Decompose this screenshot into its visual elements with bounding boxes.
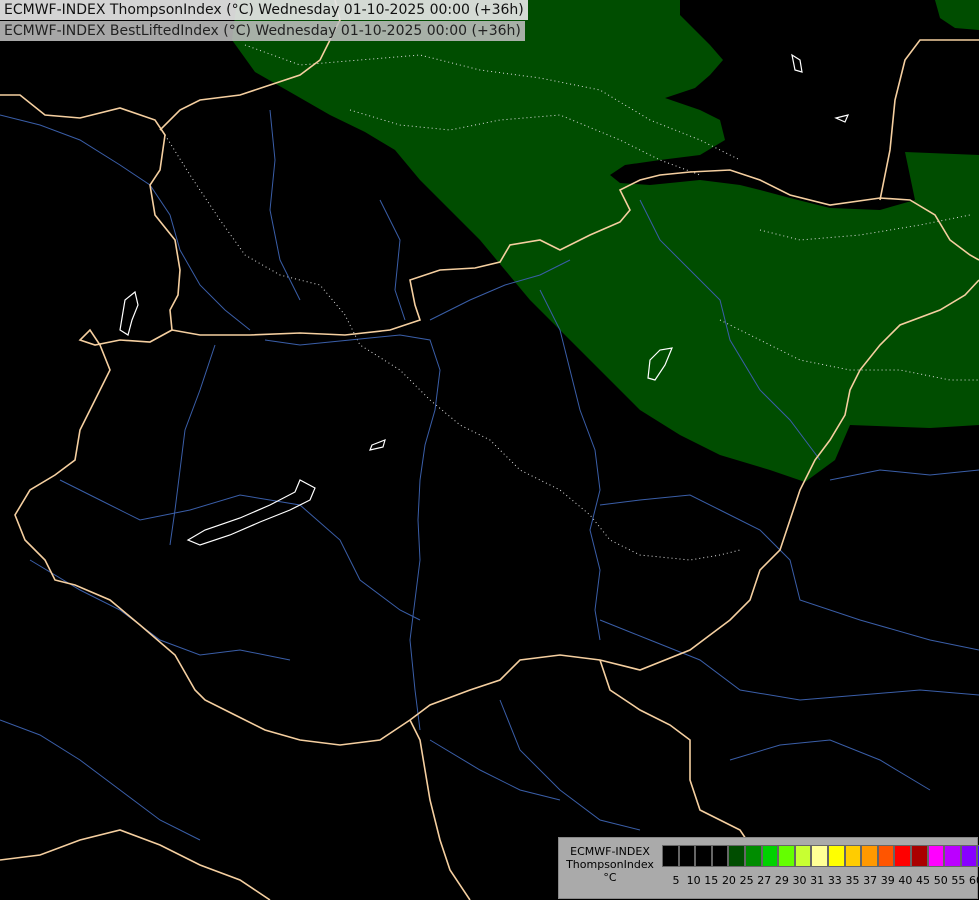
legend-swatch	[927, 845, 945, 867]
legend-swatch	[894, 845, 911, 867]
legend-swatch	[662, 845, 679, 867]
map-title-primary: ECMWF-INDEX ThompsonIndex (°C) Wednesday…	[0, 0, 528, 20]
legend-swatch	[827, 845, 845, 867]
legend-tick-label: 39	[880, 874, 895, 887]
legend-swatch	[877, 845, 895, 867]
legend-unit: °C	[603, 871, 617, 884]
legend-tick-label: 29	[774, 874, 789, 887]
legend-tick-label: 31	[810, 874, 825, 887]
legend-tick-label: 37	[863, 874, 878, 887]
legend-swatch	[761, 845, 779, 867]
legend-swatches	[662, 845, 979, 867]
legend-tick-label: 20	[721, 874, 736, 887]
legend-tick-label: 45	[916, 874, 931, 887]
legend-tick-label: 10	[686, 874, 701, 887]
legend-swatch	[695, 845, 712, 867]
legend-title: ECMWF-INDEX	[570, 845, 650, 858]
legend-swatch	[811, 845, 828, 867]
legend-swatch	[960, 845, 978, 867]
legend-subtitle: ThompsonIndex	[566, 858, 654, 871]
legend-tick-label: 50	[933, 874, 948, 887]
legend-tick-label: 55	[951, 874, 966, 887]
legend-swatch	[678, 845, 696, 867]
legend-swatch	[844, 845, 862, 867]
legend-tick-label: 40	[898, 874, 913, 887]
legend-tick-label: 15	[704, 874, 719, 887]
legend-swatch	[711, 845, 729, 867]
legend-swatch	[778, 845, 795, 867]
legend-tick-label: 27	[757, 874, 772, 887]
legend-tick-label: 30	[792, 874, 807, 887]
legend-swatch	[728, 845, 745, 867]
legend-tick-label: 25	[739, 874, 754, 887]
legend-tick-label: 33	[827, 874, 842, 887]
legend-swatch	[744, 845, 762, 867]
legend-label: ECMWF-INDEX ThompsonIndex °C	[561, 845, 659, 884]
legend-tick-label: 5	[672, 874, 680, 887]
color-legend: ECMWF-INDEX ThompsonIndex °C 5 10 15 20 25 27…	[558, 837, 979, 899]
legend-swatch	[910, 845, 928, 867]
legend-swatch	[861, 845, 878, 867]
weather-map	[0, 0, 979, 900]
legend-swatch	[944, 845, 961, 867]
map-title-secondary: ECMWF-INDEX BestLiftedIndex (°C) Wednesd…	[0, 21, 525, 41]
legend-swatch	[794, 845, 812, 867]
legend-tick-label: 60	[969, 874, 979, 887]
legend-ticks: 5 1015202527293031333537394045505560	[662, 874, 979, 888]
legend-tick-label: 35	[845, 874, 860, 887]
